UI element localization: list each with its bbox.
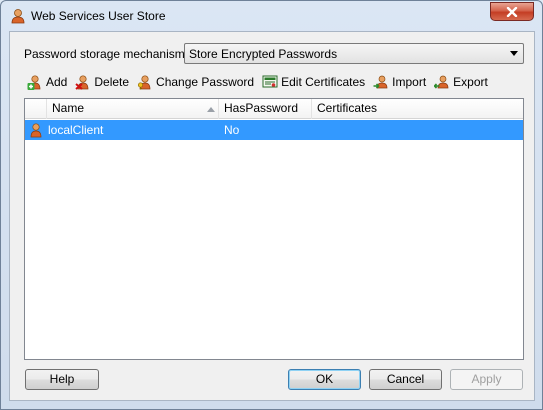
window-title: Web Services User Store xyxy=(31,9,166,23)
change-password-label: Change Password xyxy=(156,75,255,89)
apply-button[interactable]: Apply xyxy=(450,369,523,390)
edit-certificates-button[interactable]: Edit Certificates xyxy=(260,70,369,94)
storage-mechanism-select[interactable]: Store Encrypted Passwords xyxy=(184,43,524,64)
delete-button[interactable]: Delete xyxy=(73,70,133,94)
import-button[interactable]: Import xyxy=(371,70,430,94)
cancel-button[interactable]: Cancel xyxy=(369,369,442,390)
delete-label: Delete xyxy=(94,75,130,89)
column-header-haspassword[interactable]: HasPassword xyxy=(219,99,312,119)
close-icon xyxy=(506,6,518,17)
export-button[interactable]: Export xyxy=(432,70,492,94)
import-label: Import xyxy=(392,75,427,89)
table-row[interactable]: localClient No xyxy=(25,120,523,140)
help-button[interactable]: Help xyxy=(25,369,99,390)
sort-ascending-icon xyxy=(207,107,215,112)
storage-mechanism-value: Store Encrypted Passwords xyxy=(189,47,338,61)
title-bar[interactable]: Web Services User Store xyxy=(1,1,542,31)
dialog-window: Web Services User Store Password storage… xyxy=(0,0,543,410)
edit-certificates-label: Edit Certificates xyxy=(281,75,366,89)
column-header-certificates[interactable]: Certificates xyxy=(312,99,523,119)
user-icon xyxy=(10,8,26,24)
add-user-icon xyxy=(27,75,41,90)
table-header: Name HasPassword Certificates xyxy=(25,99,523,119)
dialog-body: Password storage mechanism Store Encrypt… xyxy=(9,31,535,401)
export-label: Export xyxy=(453,75,488,89)
storage-mechanism-label: Password storage mechanism xyxy=(24,47,185,61)
user-table[interactable]: Name HasPassword Certificates localClien… xyxy=(24,98,524,360)
import-icon xyxy=(373,75,388,89)
column-header-name[interactable]: Name xyxy=(47,99,219,119)
export-icon xyxy=(434,75,449,89)
toolbar: Add Delete Change Password Edit Certific… xyxy=(25,69,494,95)
chevron-down-icon xyxy=(510,51,518,56)
cell-haspassword: No xyxy=(224,123,240,137)
row-icon-column-header xyxy=(25,99,47,119)
certificate-icon xyxy=(262,75,278,88)
delete-user-icon xyxy=(75,75,89,90)
close-button[interactable] xyxy=(490,2,534,21)
add-button[interactable]: Add xyxy=(25,70,71,94)
user-icon xyxy=(28,122,44,141)
cell-name: localClient xyxy=(48,123,104,137)
change-password-button[interactable]: Change Password xyxy=(135,70,258,94)
key-user-icon xyxy=(137,75,151,90)
ok-button[interactable]: OK xyxy=(288,369,361,390)
add-label: Add xyxy=(46,75,68,89)
